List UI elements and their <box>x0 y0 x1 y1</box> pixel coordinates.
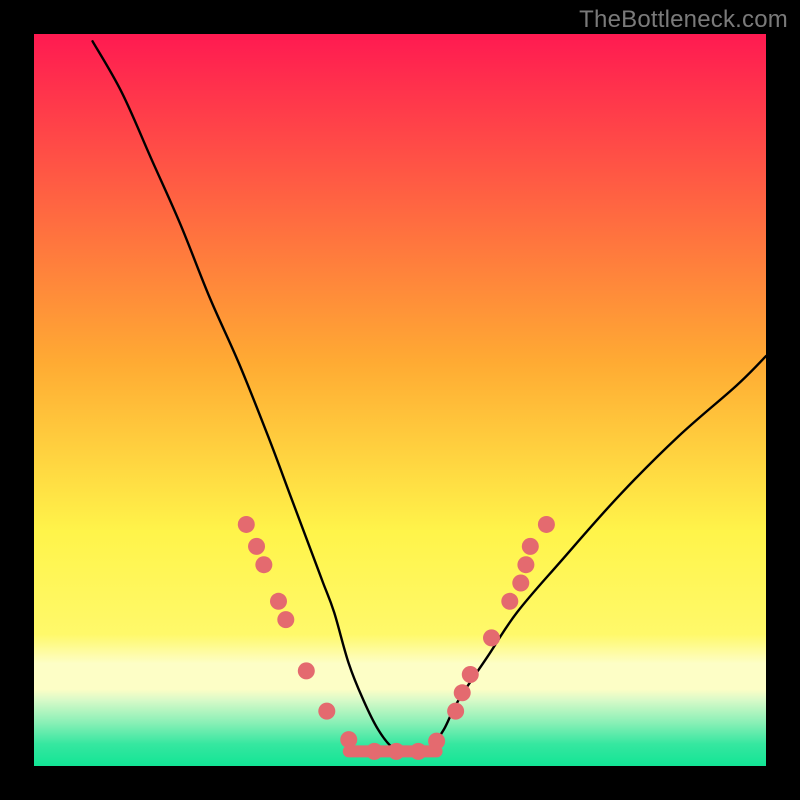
data-marker <box>410 743 427 760</box>
data-marker <box>248 538 265 555</box>
data-marker <box>462 666 479 683</box>
data-marker <box>277 611 294 628</box>
data-marker <box>270 593 287 610</box>
data-marker <box>447 703 464 720</box>
data-marker <box>298 662 315 679</box>
data-marker <box>538 516 555 533</box>
plot-svg <box>34 34 766 766</box>
data-marker <box>428 733 445 750</box>
data-marker <box>454 684 471 701</box>
plot-area <box>34 34 766 766</box>
data-marker <box>512 575 529 592</box>
data-marker <box>388 743 405 760</box>
chart-stage: TheBottleneck.com <box>0 0 800 800</box>
data-marker <box>501 593 518 610</box>
data-marker <box>483 629 500 646</box>
data-marker <box>522 538 539 555</box>
watermark-text: TheBottleneck.com <box>579 6 788 34</box>
data-marker <box>366 743 383 760</box>
data-marker <box>255 556 272 573</box>
data-marker <box>238 516 255 533</box>
data-marker <box>318 703 335 720</box>
data-marker <box>517 556 534 573</box>
data-marker <box>340 731 357 748</box>
